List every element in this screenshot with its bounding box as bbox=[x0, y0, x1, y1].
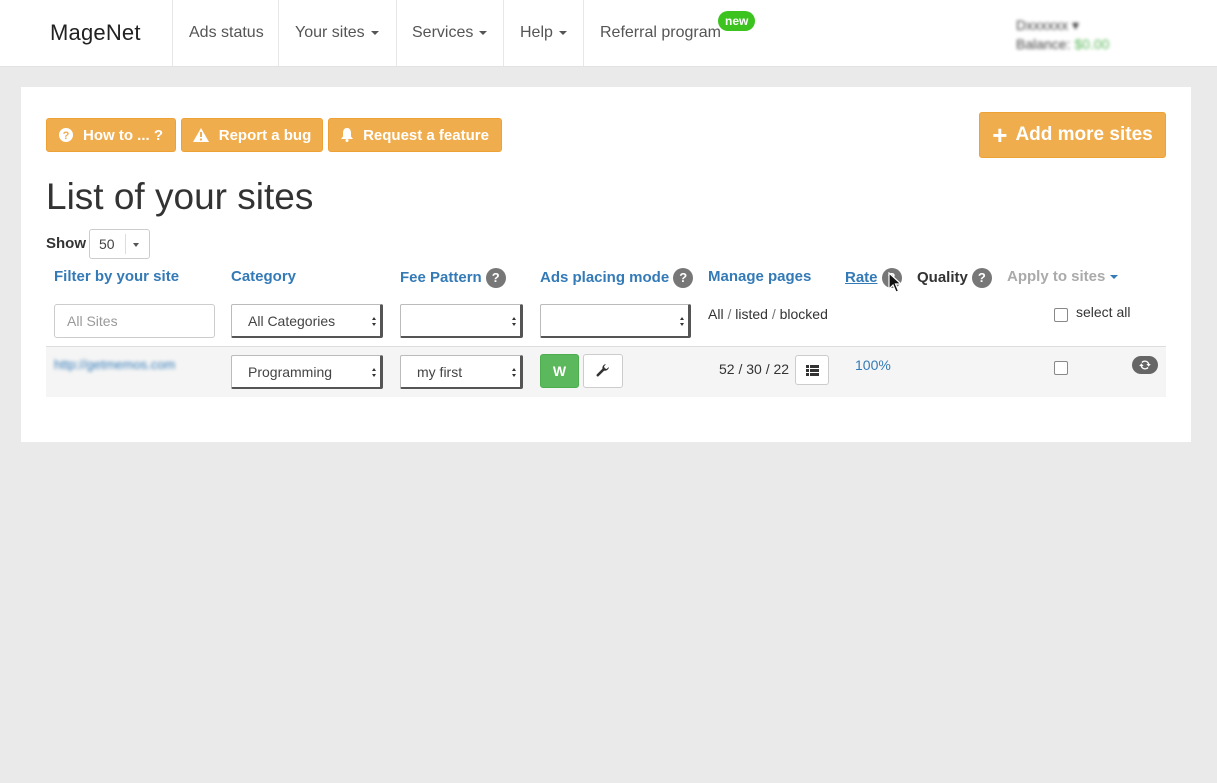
ads-mode-filter-select[interactable] bbox=[540, 304, 691, 338]
apply-to-sites-dropdown[interactable]: Apply to sites bbox=[1007, 268, 1119, 285]
refresh-icon bbox=[1139, 360, 1151, 370]
page-title: List of your sites bbox=[46, 176, 314, 217]
select-arrows-icon bbox=[512, 317, 517, 327]
caret-down-icon bbox=[370, 30, 379, 35]
page-size-value: 50 bbox=[99, 236, 115, 252]
nav-your-sites-dropdown[interactable]: Your sites bbox=[295, 24, 379, 42]
caret-down-icon bbox=[479, 30, 488, 35]
brand-logo[interactable]: MageNet bbox=[50, 20, 141, 46]
pages-filter-all[interactable]: All bbox=[708, 306, 724, 322]
separator: / bbox=[771, 306, 776, 322]
svg-text:?: ? bbox=[63, 130, 70, 142]
nav-services-dropdown[interactable]: Services bbox=[412, 24, 488, 42]
select-arrows-icon bbox=[680, 317, 685, 327]
header-quality-label: Quality bbox=[917, 268, 968, 286]
nav-help-dropdown[interactable]: Help bbox=[520, 24, 567, 42]
show-label: Show bbox=[46, 235, 86, 252]
header-category[interactable]: Category bbox=[231, 268, 296, 285]
rate-value[interactable]: 100% bbox=[855, 357, 891, 373]
list-icon bbox=[805, 364, 819, 376]
bell-icon bbox=[341, 128, 354, 142]
sites-panel: ? How to ... ? Report a bug Request a fe… bbox=[21, 87, 1191, 442]
report-bug-button[interactable]: Report a bug bbox=[181, 118, 323, 152]
header-rate-label: Rate bbox=[845, 268, 878, 286]
pages-filter-blocked[interactable]: blocked bbox=[780, 306, 828, 322]
nav-services-label: Services bbox=[412, 24, 474, 41]
ads-mode-w-button[interactable]: W bbox=[540, 354, 579, 388]
nav-divider bbox=[583, 0, 584, 66]
new-badge: new bbox=[718, 11, 756, 31]
user-account-menu[interactable]: Dxxxxxx ▾ Balance: $0.00 bbox=[1016, 16, 1109, 54]
nav-ads-status[interactable]: Ads status bbox=[189, 24, 264, 42]
how-to-button[interactable]: ? How to ... ? bbox=[46, 118, 176, 152]
header-fee-pattern-label: Fee Pattern bbox=[400, 268, 482, 286]
category-filter-select[interactable]: All Categories bbox=[231, 304, 383, 338]
apply-to-sites-label: Apply to sites bbox=[1007, 268, 1106, 285]
request-feature-button[interactable]: Request a feature bbox=[328, 118, 502, 152]
caret-down-icon bbox=[133, 243, 139, 247]
pages-count: 52 / 30 / 22 bbox=[719, 361, 789, 377]
row-category-value: Programming bbox=[248, 364, 333, 380]
caret-down-icon bbox=[558, 30, 567, 35]
site-filter-input[interactable]: All Sites bbox=[54, 304, 215, 338]
header-fee-pattern[interactable]: Fee Pattern? bbox=[400, 268, 506, 288]
manage-pages-button[interactable] bbox=[795, 355, 829, 385]
row-select-checkbox[interactable] bbox=[1054, 361, 1068, 375]
help-icon[interactable]: ? bbox=[673, 268, 694, 288]
pages-count-all: 52 bbox=[719, 361, 735, 377]
select-arrows-icon bbox=[372, 317, 377, 327]
header-ads-mode-label: Ads placing mode bbox=[540, 268, 670, 286]
page-size-select[interactable]: 50 bbox=[89, 229, 150, 259]
nav-referral-label: Referral program bbox=[600, 24, 721, 41]
caret-down-icon bbox=[1110, 275, 1119, 280]
select-divider bbox=[125, 234, 126, 254]
question-circle-icon: ? bbox=[59, 128, 73, 142]
pages-count-blocked: 22 bbox=[773, 361, 790, 377]
user-balance: Balance: $0.00 bbox=[1016, 36, 1110, 52]
header-filter-site[interactable]: Filter by your site bbox=[54, 268, 179, 285]
wrench-icon bbox=[596, 364, 609, 377]
help-icon[interactable]: ? bbox=[971, 268, 992, 288]
nav-divider bbox=[503, 0, 504, 66]
plus-icon: + bbox=[992, 120, 1008, 150]
header-quality: Quality? bbox=[917, 268, 992, 288]
nav-divider bbox=[172, 0, 173, 66]
select-all-checkbox[interactable] bbox=[1054, 308, 1068, 322]
row-fee-pattern-select[interactable]: my first bbox=[400, 355, 523, 389]
nav-ads-status-label: Ads status bbox=[189, 24, 264, 41]
pages-filter-links: All / listed / blocked bbox=[708, 306, 828, 322]
pages-filter-listed[interactable]: listed bbox=[735, 306, 768, 322]
user-name: Dxxxxxx ▾ bbox=[1016, 17, 1080, 33]
report-bug-label: Report a bug bbox=[218, 126, 312, 144]
nav-referral-program[interactable]: Referral program bbox=[600, 24, 721, 42]
nav-divider bbox=[396, 0, 397, 66]
request-feature-label: Request a feature bbox=[363, 126, 489, 144]
select-all-label[interactable]: select all bbox=[1076, 304, 1130, 320]
top-navbar: MageNet Ads status Your sites Services H… bbox=[0, 0, 1217, 67]
pages-count-listed: 30 bbox=[746, 361, 762, 377]
select-arrows-icon bbox=[512, 368, 517, 378]
nav-help-label: Help bbox=[520, 24, 553, 41]
nav-divider bbox=[278, 0, 279, 66]
fee-pattern-filter-select[interactable] bbox=[400, 304, 523, 338]
warning-triangle-icon bbox=[192, 128, 209, 142]
header-ads-mode[interactable]: Ads placing mode? bbox=[540, 268, 694, 288]
add-more-sites-label: Add more sites bbox=[1015, 124, 1153, 145]
ads-settings-button[interactable] bbox=[583, 354, 623, 388]
site-url-link[interactable]: http://getmemos.com bbox=[54, 357, 175, 372]
select-arrows-icon bbox=[372, 368, 377, 378]
separator: / bbox=[738, 361, 743, 377]
add-more-sites-button[interactable]: + Add more sites bbox=[979, 112, 1166, 158]
refresh-button[interactable] bbox=[1132, 356, 1158, 374]
category-filter-value: All Categories bbox=[248, 313, 336, 329]
separator: / bbox=[727, 306, 732, 322]
separator: / bbox=[765, 361, 770, 377]
nav-your-sites-label: Your sites bbox=[295, 24, 365, 41]
row-fee-pattern-value: my first bbox=[417, 364, 463, 380]
help-icon[interactable]: ? bbox=[485, 268, 506, 288]
row-category-select[interactable]: Programming bbox=[231, 355, 383, 389]
how-to-label: How to ... ? bbox=[83, 126, 163, 144]
header-manage-pages[interactable]: Manage pages bbox=[708, 268, 811, 285]
mouse-pointer-icon bbox=[888, 272, 902, 293]
